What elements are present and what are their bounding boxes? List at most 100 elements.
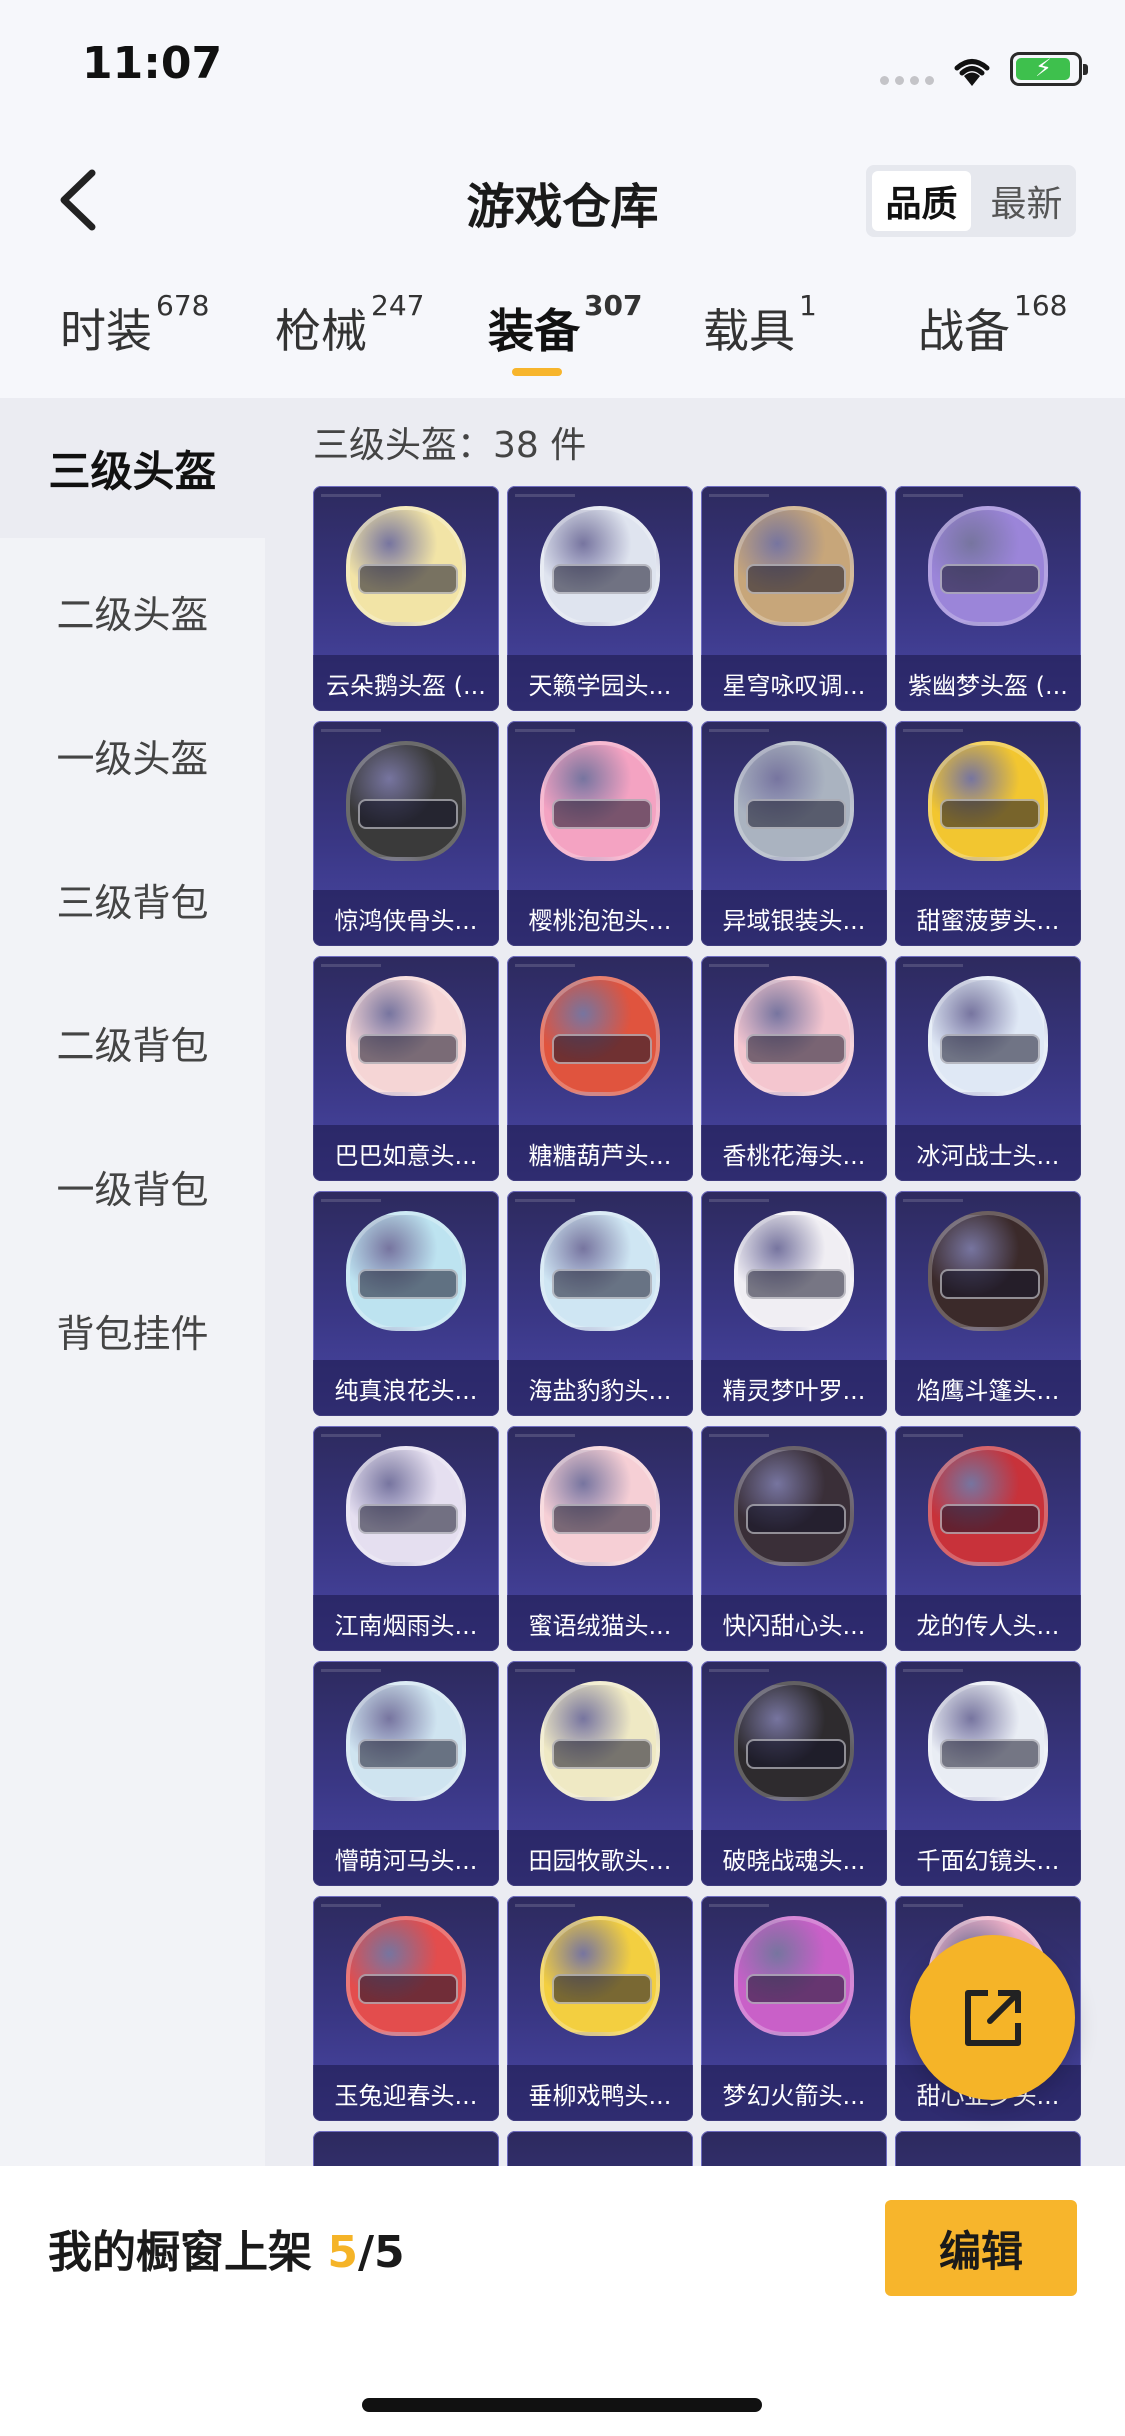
sidebar-item-level3-helmet[interactable]: 三级头盔	[0, 398, 265, 538]
sidebar-item-level2-helmet[interactable]: 二级头盔	[0, 541, 265, 681]
wifi-icon	[954, 59, 990, 86]
sort-option-latest[interactable]: 最新	[977, 165, 1076, 237]
tab-count: 168	[1014, 289, 1068, 322]
card-decoration	[709, 1669, 769, 1672]
item-name: 星穹咏叹调...	[701, 655, 887, 711]
helmet-visor-icon	[940, 564, 1040, 594]
card-decoration	[515, 1904, 575, 1907]
item-card[interactable]: 天籁学园头...	[507, 486, 693, 711]
helmet-visor-icon	[358, 564, 458, 594]
item-card[interactable]: 蜜语绒猫头...	[507, 1426, 693, 1651]
item-card[interactable]: 异域银装头...	[701, 721, 887, 946]
item-card[interactable]	[895, 2131, 1081, 2168]
item-card[interactable]: 樱桃泡泡头...	[507, 721, 693, 946]
status-time: 11:07	[82, 38, 223, 89]
item-card[interactable]: 香桃花海头...	[701, 956, 887, 1181]
item-name: 香桃花海头...	[701, 1125, 887, 1181]
item-card[interactable]: 惊鸿侠骨头...	[313, 721, 499, 946]
card-decoration	[709, 1434, 769, 1437]
tab-equipment[interactable]: 装备 307	[488, 289, 642, 361]
sidebar-item-level1-backpack[interactable]: 一级背包	[0, 1116, 265, 1256]
share-icon	[964, 1989, 1021, 2046]
helmet-visor-icon	[552, 1034, 652, 1064]
item-name: 海盐豹豹头...	[507, 1360, 693, 1416]
item-name: 云朵鹅头盔 (...	[313, 655, 499, 711]
helmet-visor-icon	[358, 1269, 458, 1299]
tab-vehicles[interactable]: 载具 1	[703, 289, 817, 361]
item-card[interactable]: 精灵梦叶罗...	[701, 1191, 887, 1416]
card-decoration	[903, 1904, 963, 1907]
item-name: 惊鸿侠骨头...	[313, 890, 499, 946]
card-decoration	[321, 1199, 381, 1202]
item-card[interactable]: 星穹咏叹调...	[701, 486, 887, 711]
item-name: 精灵梦叶罗...	[701, 1360, 887, 1416]
helmet-visor-icon	[746, 1974, 846, 2004]
item-card[interactable]	[313, 2131, 499, 2168]
item-card[interactable]: 玉兔迎春头...	[313, 1896, 499, 2121]
helmet-visor-icon	[358, 1974, 458, 2004]
helmet-visor-icon	[552, 1504, 652, 1534]
battery-icon: ⚡	[1010, 52, 1088, 86]
share-button[interactable]	[910, 1935, 1075, 2100]
item-name: 紫幽梦头盔 (...	[895, 655, 1081, 711]
item-card[interactable]: 糖糖葫芦头...	[507, 956, 693, 1181]
item-name: 江南烟雨头...	[313, 1595, 499, 1651]
helmet-visor-icon	[940, 1739, 1040, 1769]
helmet-visor-icon	[358, 799, 458, 829]
helmet-visor-icon	[552, 799, 652, 829]
sidebar-item-backpack-charm[interactable]: 背包挂件	[0, 1260, 265, 1400]
header: 游戏仓库 品质 最新	[0, 135, 1125, 265]
item-card[interactable]: 梦幻火箭头...	[701, 1896, 887, 2121]
sort-option-quality[interactable]: 品质	[872, 171, 971, 231]
helmet-visor-icon	[552, 1739, 652, 1769]
card-decoration	[321, 964, 381, 967]
showcase-count: 5	[327, 2227, 358, 2278]
item-card[interactable]: 海盐豹豹头...	[507, 1191, 693, 1416]
item-name: 巴巴如意头...	[313, 1125, 499, 1181]
active-tab-indicator	[512, 368, 562, 376]
item-name: 玉兔迎春头...	[313, 2065, 499, 2121]
item-name: 龙的传人头...	[895, 1595, 1081, 1651]
item-name: 纯真浪花头...	[313, 1360, 499, 1416]
item-name: 天籁学园头...	[507, 655, 693, 711]
item-card[interactable]: 冰河战士头...	[895, 956, 1081, 1181]
item-card[interactable]: 紫幽梦头盔 (...	[895, 486, 1081, 711]
item-card[interactable]: 云朵鹅头盔 (...	[313, 486, 499, 711]
tab-supplies[interactable]: 战备 168	[918, 289, 1067, 361]
card-decoration	[321, 729, 381, 732]
tab-weapons[interactable]: 枪械 247	[275, 289, 424, 361]
item-card[interactable]: 千面幻镜头...	[895, 1661, 1081, 1886]
tab-count: 1	[799, 289, 817, 322]
sort-toggle[interactable]: 品质 最新	[866, 165, 1076, 237]
item-card[interactable]	[701, 2131, 887, 2168]
item-card[interactable]: 江南烟雨头...	[313, 1426, 499, 1651]
item-card[interactable]: 快闪甜心头...	[701, 1426, 887, 1651]
tab-count: 678	[156, 289, 210, 322]
item-card[interactable]: 巴巴如意头...	[313, 956, 499, 1181]
helmet-visor-icon	[940, 799, 1040, 829]
item-card[interactable]: 龙的传人头...	[895, 1426, 1081, 1651]
item-name: 懵萌河马头...	[313, 1830, 499, 1886]
item-card[interactable]: 田园牧歌头...	[507, 1661, 693, 1886]
card-decoration	[515, 1669, 575, 1672]
item-card[interactable]: 焰鹰斗篷头...	[895, 1191, 1081, 1416]
card-decoration	[515, 1434, 575, 1437]
item-name: 田园牧歌头...	[507, 1830, 693, 1886]
item-card[interactable]: 破晓战魂头...	[701, 1661, 887, 1886]
tab-fashion[interactable]: 时装 678	[60, 289, 209, 361]
item-name: 垂柳戏鸭头...	[507, 2065, 693, 2121]
item-name: 异域银装头...	[701, 890, 887, 946]
card-decoration	[709, 1904, 769, 1907]
sidebar-item-level3-backpack[interactable]: 三级背包	[0, 829, 265, 969]
item-card[interactable]: 甜蜜菠萝头...	[895, 721, 1081, 946]
item-card[interactable]: 垂柳戏鸭头...	[507, 1896, 693, 2121]
card-decoration	[903, 1434, 963, 1437]
item-card[interactable]	[507, 2131, 693, 2168]
item-name: 快闪甜心头...	[701, 1595, 887, 1651]
showcase-status: 我的橱窗上架 5/5	[48, 2216, 405, 2280]
sidebar-item-level1-helmet[interactable]: 一级头盔	[0, 685, 265, 825]
item-card[interactable]: 纯真浪花头...	[313, 1191, 499, 1416]
sidebar-item-level2-backpack[interactable]: 二级背包	[0, 972, 265, 1112]
edit-button[interactable]: 编辑	[885, 2200, 1077, 2296]
item-card[interactable]: 懵萌河马头...	[313, 1661, 499, 1886]
